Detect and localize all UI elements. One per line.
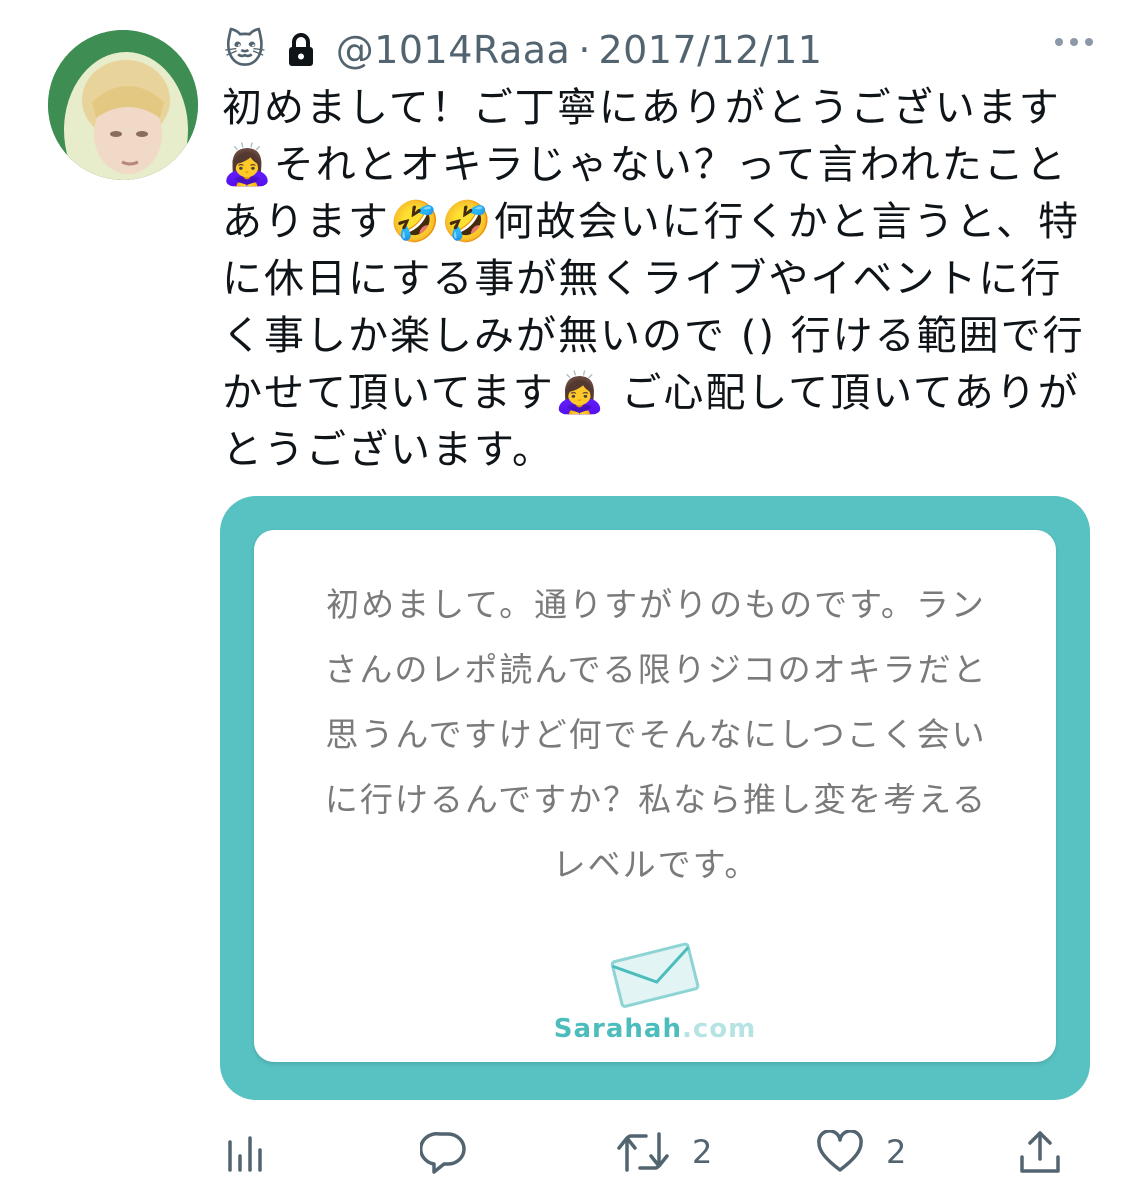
retweet-button[interactable]: 2 [616, 1120, 712, 1184]
tweet-action-bar: 2 2 [0, 1120, 1137, 1184]
tweet-text: 初めまして！ご丁寧にありがとうございます🙇‍♀️それとオキラじゃない？って言われ… [222, 85, 1085, 473]
logo-brand: Sarahah [553, 1014, 682, 1044]
reply-button[interactable] [420, 1120, 468, 1184]
reply-icon [420, 1131, 466, 1174]
envelope-icon [610, 942, 700, 1008]
sarahah-card-inner: 初めまして。通りすがりのものです。ランさんのレポ読んでる限りジコのオキラだと思う… [254, 530, 1056, 1062]
avatar-image [48, 30, 198, 180]
avatar[interactable] [48, 30, 198, 180]
like-button[interactable]: 2 [816, 1120, 906, 1184]
retweet-count: 2 [692, 1133, 713, 1171]
retweet-icon [617, 1132, 669, 1172]
header-separator: · [578, 28, 591, 72]
share-button[interactable] [1018, 1120, 1062, 1184]
author-name-emoji[interactable]: 🐱 [224, 30, 266, 70]
analytics-button[interactable] [226, 1120, 266, 1184]
tweet-header: 🐱 @1014Raaa · 2017/12/11 [224, 22, 822, 78]
sarahah-question-text: 初めまして。通りすがりのものです。ランさんのレポ読んでる限りジコのオキラだと思う… [324, 585, 988, 884]
tweet-date[interactable]: 2017/12/11 [598, 28, 822, 72]
share-icon [1020, 1131, 1060, 1173]
sarahah-logo: Sarahah.com [254, 1014, 1056, 1044]
author-handle[interactable]: @1014Raaa [336, 28, 571, 72]
sarahah-card-image[interactable]: 初めまして。通りすがりのものです。ランさんのレポ読んでる限りジコのオキラだと思う… [220, 496, 1090, 1100]
logo-tld: .com [681, 1014, 757, 1044]
heart-icon [817, 1130, 863, 1172]
like-count: 2 [886, 1133, 907, 1171]
analytics-icon [228, 1136, 262, 1172]
more-icon[interactable] [1055, 38, 1093, 46]
lock-icon [288, 33, 314, 67]
